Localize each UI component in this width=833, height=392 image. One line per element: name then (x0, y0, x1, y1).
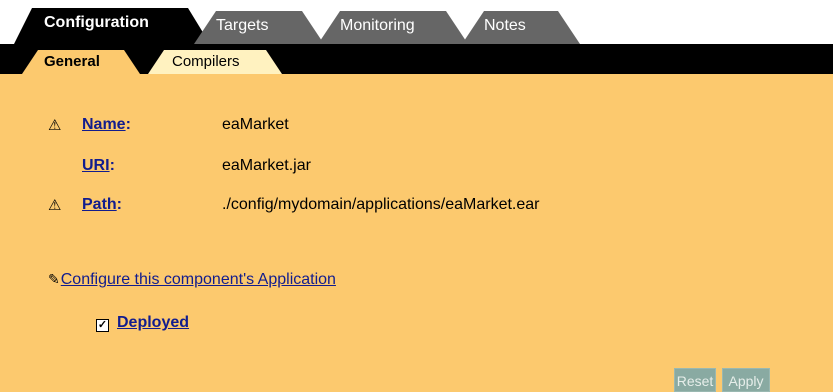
uri-link[interactable]: URI (82, 157, 110, 174)
uri-label: URI: (82, 157, 115, 175)
subtab-general[interactable]: General (22, 50, 140, 74)
top-tab-bar: Configuration Targets Monitoring Notes (0, 0, 833, 44)
tab-monitoring[interactable]: Monitoring (318, 11, 468, 44)
configure-application: ✎Configure this component's Application (48, 271, 336, 289)
uri-value: eaMarket.jar (222, 157, 311, 174)
tab-notes[interactable]: Notes (462, 11, 580, 44)
tab-targets[interactable]: Targets (194, 11, 324, 44)
deployed-row: ✓ Deployed (96, 314, 189, 332)
sub-tab-bar: General Compilers (0, 44, 833, 74)
name-link[interactable]: Name (82, 116, 126, 133)
path-colon: : (116, 196, 122, 213)
name-label: Name: (82, 116, 131, 134)
path-value: ./config/mydomain/applications/eaMarket.… (222, 196, 540, 213)
deployed-checkbox[interactable]: ✓ (96, 319, 109, 332)
general-panel: ⚠ Name: eaMarket URI: eaMarket.jar ⚠ Pat… (0, 74, 833, 392)
deployed-link[interactable]: Deployed (117, 314, 189, 331)
tab-configuration[interactable]: Configuration (14, 8, 210, 44)
path-link[interactable]: Path (82, 196, 117, 213)
configure-application-link[interactable]: Configure this component's Application (61, 271, 336, 288)
name-value: eaMarket (222, 116, 289, 133)
apply-button[interactable]: Apply (722, 368, 770, 392)
edit-pencil-icon: ✎ (48, 271, 60, 287)
warning-icon: ⚠ (48, 117, 62, 134)
subtab-compilers[interactable]: Compilers (148, 50, 282, 74)
reset-button[interactable]: Reset (674, 368, 716, 392)
path-label: Path: (82, 196, 122, 214)
warning-icon: ⚠ (48, 197, 62, 214)
uri-colon: : (109, 157, 115, 174)
name-colon: : (125, 116, 131, 133)
